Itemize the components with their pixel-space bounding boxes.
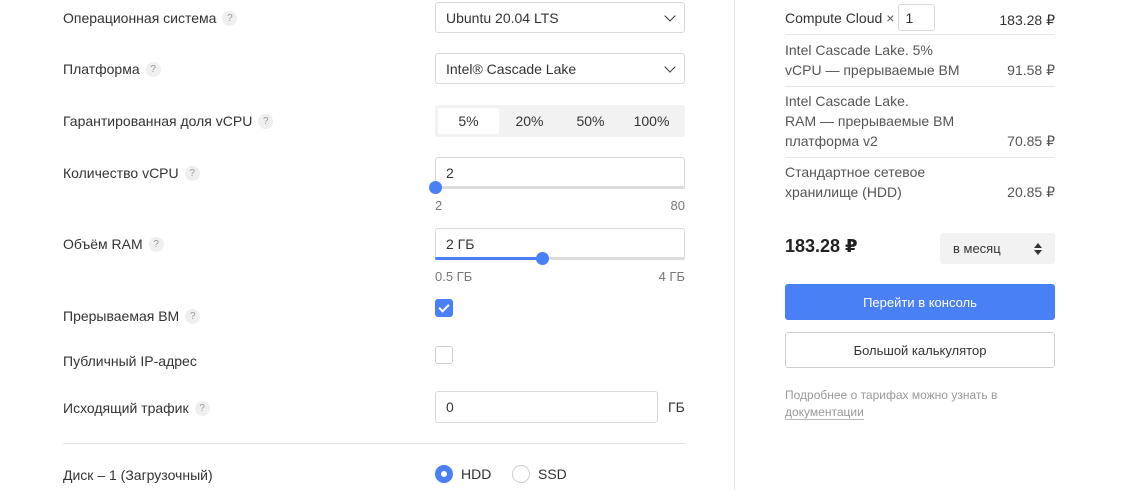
traffic-value: 0 — [446, 399, 454, 415]
help-icon[interactable]: ? — [145, 61, 161, 77]
big-calculator-button[interactable]: Большой калькулятор — [785, 332, 1055, 368]
summary-item-vcpu: Intel Cascade Lake. 5% vCPU — прерываемы… — [785, 40, 985, 80]
ram-slider-handle[interactable] — [536, 252, 549, 265]
chevron-down-icon — [664, 60, 676, 73]
summary-item-ram: Intel Cascade Lake. RAM — прерываемые ВМ… — [785, 91, 985, 151]
ram-label: Объём RAM — [63, 236, 143, 252]
ram-label-row: Объём RAM ? — [63, 234, 164, 254]
preemptible-checkbox[interactable] — [435, 299, 453, 317]
ssd-radio[interactable] — [512, 465, 530, 483]
os-select-value: Ubuntu 20.04 LTS — [446, 9, 559, 26]
service-name: Compute Cloud — [785, 9, 883, 26]
summary-divider — [785, 34, 1055, 35]
summary-item-ram-line3: платформа v2 — [785, 133, 878, 149]
service-row: Compute Cloud × 1 — [785, 4, 936, 31]
vcpu-count-input[interactable]: 2 — [435, 157, 685, 188]
help-icon[interactable]: ? — [185, 308, 201, 324]
vcpu-share-label: Гарантированная доля vCPU — [63, 113, 253, 129]
summary-item-storage-line2: хранилище (HDD) — [785, 184, 902, 200]
summary-item-storage: Стандартное сетевое хранилище (HDD) — [785, 162, 985, 202]
hdd-radio[interactable] — [435, 465, 453, 483]
pricing-note: Подробнее о тарифах можно узнать в докум… — [785, 387, 1045, 421]
disk-label: Диск – 1 (Загрузочный) — [63, 467, 213, 483]
preemptible-label-row: Прерываемая ВМ ? — [63, 306, 201, 326]
public-ip-checkbox[interactable] — [435, 346, 453, 364]
hdd-label: HDD — [461, 466, 492, 482]
help-icon[interactable]: ? — [148, 236, 164, 252]
platform-label: Платформа — [63, 61, 140, 77]
vcpu-share-option-100[interactable]: 100% — [621, 108, 682, 134]
total-price: 183.28 ₽ — [785, 236, 858, 256]
platform-select-value: Intel® Cascade Lake — [446, 60, 577, 77]
traffic-label: Исходящий трафик — [63, 400, 189, 416]
help-icon[interactable]: ? — [184, 165, 200, 181]
summary-item-storage-price: 20.85 ₽ — [1007, 184, 1055, 200]
os-label: Операционная система — [63, 10, 217, 26]
vcpu-count-value: 2 — [446, 164, 454, 181]
period-select[interactable]: в месяц — [940, 233, 1055, 264]
platform-select[interactable]: Intel® Cascade Lake — [435, 53, 685, 84]
ram-min-label: 0.5 ГБ — [435, 269, 473, 284]
period-select-value: в месяц — [953, 241, 1001, 256]
vcpu-count-label-row: Количество vCPU ? — [63, 163, 200, 183]
traffic-unit: ГБ — [668, 399, 685, 415]
help-icon[interactable]: ? — [222, 10, 238, 26]
service-price: 183.28 ₽ — [999, 12, 1055, 28]
service-quantity-input[interactable]: 1 — [898, 4, 936, 31]
help-icon[interactable]: ? — [194, 400, 210, 416]
os-select[interactable]: Ubuntu 20.04 LTS — [435, 2, 685, 33]
disk-type-hdd[interactable]: HDD — [435, 465, 491, 483]
summary-item-ram-line1: Intel Cascade Lake. — [785, 93, 909, 109]
ram-max-label: 4 ГБ — [658, 269, 685, 284]
os-label-row: Операционная система ? — [63, 8, 238, 28]
disk-label-row: Диск – 1 (Загрузочный) — [63, 465, 213, 485]
pricing-note-text: Подробнее о тарифах можно узнать в — [785, 388, 998, 402]
platform-label-row: Платформа ? — [63, 59, 161, 79]
ram-slider-fill — [435, 257, 543, 260]
summary-item-vcpu-line1: Intel Cascade Lake. 5% — [785, 42, 933, 58]
ram-value: 2 ГБ — [446, 235, 475, 252]
public-ip-label-row: Публичный IP-адрес — [63, 351, 197, 371]
summary-item-ram-line2: RAM — прерываемые ВМ — [785, 113, 955, 129]
vcpu-share-option-5[interactable]: 5% — [438, 108, 499, 134]
form-divider — [63, 443, 685, 444]
go-to-console-button[interactable]: Перейти в консоль — [785, 284, 1055, 320]
preemptible-label: Прерываемая ВМ — [63, 308, 180, 324]
documentation-link[interactable]: документации — [785, 405, 864, 420]
summary-item-ram-price: 70.85 ₽ — [1007, 133, 1055, 149]
vcpu-share-label-row: Гарантированная доля vCPU ? — [63, 111, 274, 131]
help-icon[interactable]: ? — [258, 113, 274, 129]
chevron-down-icon — [664, 9, 676, 22]
vcpu-share-segmented-control: 5% 20% 50% 100% — [435, 105, 685, 137]
traffic-label-row: Исходящий трафик ? — [63, 398, 210, 418]
vcpu-slider-handle[interactable] — [428, 181, 442, 194]
panel-divider — [734, 0, 735, 490]
vcpu-max-label: 80 — [670, 198, 685, 213]
vcpu-share-option-50[interactable]: 50% — [560, 108, 621, 134]
summary-divider — [785, 86, 1055, 87]
vcpu-count-label: Количество vCPU — [63, 165, 179, 181]
vcpu-min-label: 2 — [435, 198, 443, 213]
sort-arrows-icon — [1034, 242, 1042, 255]
summary-item-vcpu-price: 91.58 ₽ — [1007, 62, 1055, 78]
multiplier-sign: × — [886, 9, 895, 26]
summary-item-vcpu-line2: vCPU — прерываемые ВМ — [785, 62, 960, 78]
ram-input[interactable]: 2 ГБ — [435, 228, 685, 259]
summary-divider — [785, 157, 1055, 158]
vcpu-slider-track[interactable] — [435, 186, 685, 189]
disk-type-ssd[interactable]: SSD — [512, 465, 567, 483]
summary-item-storage-line1: Стандартное сетевое — [785, 164, 926, 180]
public-ip-label: Публичный IP-адрес — [63, 353, 197, 369]
vcpu-share-option-20[interactable]: 20% — [499, 108, 560, 134]
ssd-label: SSD — [538, 466, 567, 482]
traffic-input[interactable]: 0 — [435, 391, 658, 423]
